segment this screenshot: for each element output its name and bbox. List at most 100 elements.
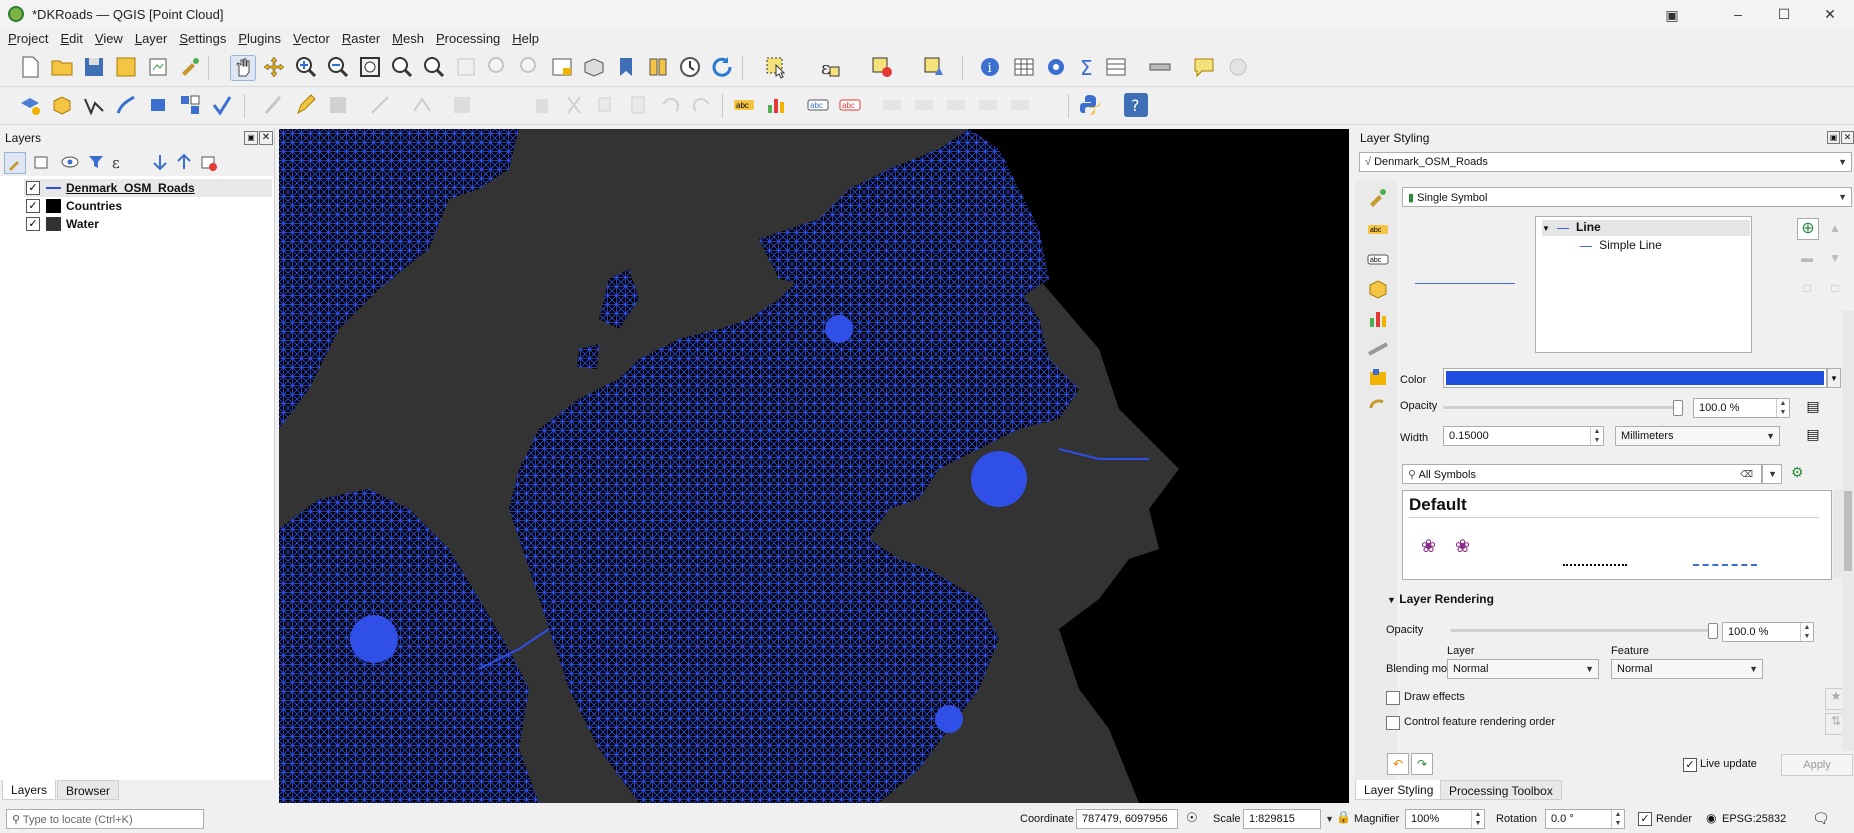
- new-memory-layer-icon[interactable]: [146, 93, 170, 117]
- toggle-extents-icon[interactable]: ☉: [1186, 810, 1198, 826]
- label-properties-icon[interactable]: [1008, 93, 1032, 117]
- deselect-icon[interactable]: [870, 55, 894, 79]
- zoom-out-icon[interactable]: [326, 55, 350, 79]
- expand-all-icon[interactable]: [150, 152, 170, 172]
- open-project-icon[interactable]: [50, 55, 74, 79]
- show-bookmarks-icon[interactable]: [646, 55, 670, 79]
- add-symbol-layer-button[interactable]: ⊕: [1797, 218, 1819, 240]
- move-label-icon[interactable]: [880, 93, 904, 117]
- window-restore-icon[interactable]: ▣: [1650, 5, 1694, 25]
- menu-vector[interactable]: Vector: [287, 28, 336, 46]
- menu-plugins[interactable]: Plugins: [232, 28, 287, 46]
- color-dropdown-arrow-icon[interactable]: ▼: [1827, 368, 1841, 388]
- zoom-last-icon[interactable]: [486, 55, 510, 79]
- move-down-icon[interactable]: ▼: [1825, 248, 1845, 268]
- toggle-editing-icon[interactable]: [294, 93, 318, 117]
- lr-opacity-spinbox[interactable]: 100.0 % ▲ ▼: [1722, 622, 1814, 642]
- dotted-line-symbol-icon[interactable]: [1563, 564, 1627, 566]
- crs-button[interactable]: EPSG:25832: [1722, 813, 1786, 825]
- attribute-table-icon[interactable]: [1012, 55, 1036, 79]
- layer-item-countries[interactable]: ✓ Countries: [24, 197, 272, 215]
- chevron-down-icon[interactable]: ▼: [1325, 814, 1334, 824]
- new-shapefile-icon[interactable]: [18, 93, 42, 117]
- modify-attributes-icon[interactable]: [450, 93, 474, 117]
- pan-to-selection-icon[interactable]: [262, 55, 286, 79]
- new-virtual-layer-icon[interactable]: [178, 93, 202, 117]
- zoom-native-icon[interactable]: [454, 55, 478, 79]
- vertex-tool-icon[interactable]: [410, 93, 434, 117]
- remove-symbol-layer-icon[interactable]: ▬: [1797, 248, 1817, 268]
- spinbox-arrows-icon[interactable]: ▲ ▼: [1776, 399, 1789, 417]
- draw-effects-checkbox[interactable]: [1386, 691, 1400, 705]
- symbol-tree-child[interactable]: Simple Line: [1580, 238, 1662, 252]
- opacity-slider-handle[interactable]: [1673, 400, 1683, 416]
- scrollbar-thumb[interactable]: [1844, 491, 1852, 571]
- close-panel-icon[interactable]: ✕: [1841, 131, 1854, 144]
- filter-expression-icon[interactable]: ε: [110, 152, 130, 172]
- new-project-icon[interactable]: [18, 55, 42, 79]
- close-panel-icon[interactable]: ✕: [259, 131, 273, 145]
- zoom-next-icon[interactable]: [518, 55, 542, 79]
- spinbox-arrows-icon[interactable]: ▲ ▼: [1611, 810, 1624, 828]
- current-edits-icon[interactable]: [262, 93, 286, 117]
- map-tips-icon[interactable]: [1192, 55, 1216, 79]
- filter-legend-icon[interactable]: [86, 152, 106, 172]
- rotation-spinbox[interactable]: 0.0 ° ▲ ▼: [1545, 809, 1625, 829]
- new-bookmark-icon[interactable]: [614, 55, 638, 79]
- pin-labels-icon[interactable]: abc: [806, 93, 830, 117]
- zoom-in-icon[interactable]: [294, 55, 318, 79]
- scale-field[interactable]: 1:829815 ▼: [1243, 809, 1334, 829]
- blend-feature-select[interactable]: Normal ▼: [1611, 659, 1763, 679]
- new-map-view-icon[interactable]: [550, 55, 574, 79]
- select-features-icon[interactable]: [764, 55, 788, 79]
- style-manager-icon[interactable]: [178, 55, 202, 79]
- copy-features-icon[interactable]: [594, 93, 618, 117]
- diagram-tool-icon[interactable]: [764, 93, 788, 117]
- dashed-line-symbol-icon[interactable]: [1693, 564, 1757, 566]
- blend-layer-select[interactable]: Normal ▼: [1447, 659, 1599, 679]
- move-up-icon[interactable]: ▲: [1825, 218, 1845, 238]
- symbol-search-input[interactable]: ⚲ All Symbols ⌫: [1402, 464, 1762, 484]
- manage-visibility-icon[interactable]: [60, 152, 80, 172]
- lock-scale-icon[interactable]: 🔒: [1336, 810, 1351, 824]
- menu-settings[interactable]: Settings: [173, 28, 232, 46]
- show-hide-labels-icon[interactable]: [912, 93, 936, 117]
- select-location-icon[interactable]: [922, 55, 946, 79]
- paw-symbol-icon[interactable]: ❀: [1455, 536, 1470, 557]
- menu-project[interactable]: Project: [0, 28, 54, 46]
- panel-scrollbar[interactable]: [1842, 311, 1854, 751]
- float-panel-icon[interactable]: ▣: [1827, 131, 1840, 144]
- coordinate-field[interactable]: 787479, 6097956: [1076, 809, 1178, 829]
- menu-layer[interactable]: Layer: [129, 28, 174, 46]
- layer-item-water[interactable]: ✓ Water: [24, 215, 272, 233]
- tab-layer-styling[interactable]: Layer Styling: [1355, 780, 1443, 800]
- new-temporary-layer-icon[interactable]: [210, 93, 234, 117]
- float-panel-icon[interactable]: ▣: [244, 131, 258, 145]
- width-spinbox[interactable]: 0.15000 ▲ ▼: [1443, 426, 1604, 446]
- unit-selector[interactable]: Millimeters ▼: [1615, 426, 1780, 446]
- new-geopackage-icon[interactable]: [50, 93, 74, 117]
- maximize-button[interactable]: ☐: [1762, 4, 1806, 24]
- symbol-library[interactable]: Default ❀ ❀: [1402, 490, 1832, 580]
- new-line-layer-icon[interactable]: [82, 93, 106, 117]
- labels-icon[interactable]: abc: [1367, 218, 1389, 240]
- new-3d-view-icon[interactable]: [582, 55, 606, 79]
- live-update-checkbox[interactable]: ✓: [1683, 758, 1697, 772]
- zoom-to-selection-icon[interactable]: [390, 55, 414, 79]
- statistics-sigma-icon[interactable]: Σ: [1076, 55, 1100, 80]
- processing-settings-icon[interactable]: [1044, 55, 1068, 79]
- messages-icon[interactable]: 🗨: [1812, 810, 1830, 827]
- identify-features-icon[interactable]: i: [978, 55, 1002, 79]
- map-canvas[interactable]: [279, 129, 1349, 803]
- rotate-label-icon[interactable]: [944, 93, 968, 117]
- layer-rendering-header[interactable]: ▼ Layer Rendering: [1387, 592, 1494, 606]
- masks-icon[interactable]: abc: [1367, 248, 1389, 270]
- magnifier-spinbox[interactable]: 100% ▲ ▼: [1405, 809, 1485, 829]
- help-icon[interactable]: ?: [1124, 93, 1148, 117]
- control-order-checkbox[interactable]: [1386, 716, 1400, 730]
- lock-color-icon[interactable]: □: [1797, 278, 1817, 298]
- spinbox-arrows-icon[interactable]: ▲ ▼: [1590, 427, 1603, 445]
- rendering-icon[interactable]: [1367, 338, 1389, 360]
- tab-processing-toolbox[interactable]: Processing Toolbox: [1440, 780, 1562, 800]
- refresh-icon[interactable]: [710, 55, 734, 79]
